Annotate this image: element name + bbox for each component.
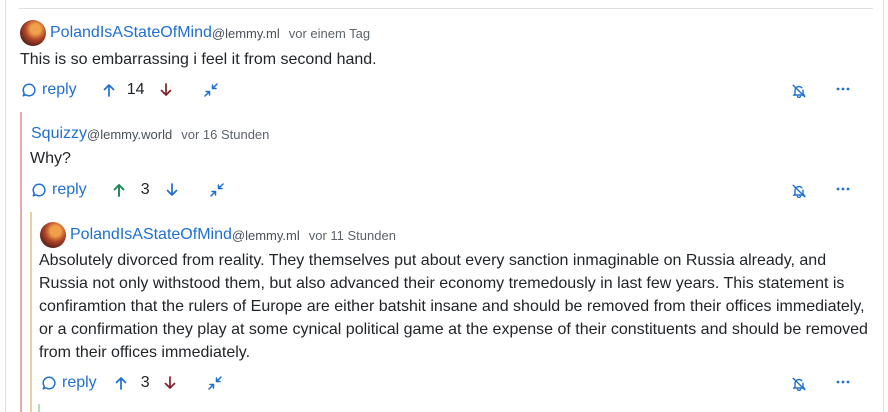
reply-button[interactable]: reply xyxy=(42,374,97,392)
collapse-icon xyxy=(204,83,219,97)
comment-time[interactable]: vor 16 Stunden xyxy=(181,127,269,142)
thread-line-level-1[interactable] xyxy=(20,112,22,412)
bell-off-icon xyxy=(792,184,806,198)
reply-button[interactable]: reply xyxy=(22,81,77,99)
score: 14 xyxy=(126,81,145,98)
comment-actions: reply 3 xyxy=(42,371,222,395)
ellipsis-icon xyxy=(836,87,850,91)
arrow-up-icon xyxy=(113,184,125,197)
comment-header: PolandIsAStateOfMind @lemmy.ml vor einem… xyxy=(20,19,370,47)
collapse-icon xyxy=(209,183,224,197)
arrow-down-icon xyxy=(166,183,177,196)
avatar[interactable] xyxy=(40,222,66,248)
arrow-up-icon xyxy=(115,377,127,390)
comment-body: Why? xyxy=(30,150,71,167)
reply-label: reply xyxy=(62,374,97,391)
comment-header: PolandIsAStateOfMind @lemmy.ml vor 11 St… xyxy=(40,221,396,249)
comment-time[interactable]: vor einem Tag xyxy=(289,26,370,41)
upvote-button[interactable] xyxy=(115,376,127,390)
bell-off-icon xyxy=(792,84,806,98)
comment-author[interactable]: PolandIsAStateOfMind xyxy=(70,226,232,244)
upvote-button[interactable] xyxy=(103,83,115,97)
collapse-button[interactable] xyxy=(209,183,224,197)
notifications-off-button[interactable] xyxy=(792,184,806,198)
arrow-down-icon xyxy=(164,376,175,389)
collapse-button[interactable] xyxy=(207,376,222,390)
comment-author[interactable]: PolandIsAStateOfMind xyxy=(50,24,212,42)
score: 3 xyxy=(140,374,150,391)
arrow-up-icon xyxy=(103,84,115,97)
collapse-button[interactable] xyxy=(204,83,219,97)
speech-bubble-icon xyxy=(22,83,36,97)
notifications-off-button[interactable] xyxy=(792,377,806,391)
collapse-icon xyxy=(207,376,222,390)
more-options-button[interactable] xyxy=(836,186,850,192)
bell-off-icon xyxy=(792,377,806,391)
downvote-button[interactable] xyxy=(164,376,176,390)
speech-bubble-icon xyxy=(32,183,46,197)
avatar[interactable] xyxy=(20,20,46,46)
reply-button[interactable]: reply xyxy=(32,181,87,199)
author-instance: @lemmy.ml xyxy=(231,227,300,243)
comment-actions: reply 3 xyxy=(32,178,224,202)
upvote-button[interactable] xyxy=(113,183,125,197)
more-options-button[interactable] xyxy=(836,86,850,92)
reply-label: reply xyxy=(42,81,77,98)
more-options-button[interactable] xyxy=(836,379,850,385)
downvote-button[interactable] xyxy=(166,183,178,197)
comment-actions: reply 14 xyxy=(22,78,219,102)
speech-bubble-icon xyxy=(42,376,56,390)
thread-line-level-2[interactable] xyxy=(30,212,32,412)
author-instance: @lemmy.ml xyxy=(211,25,280,41)
notifications-off-button[interactable] xyxy=(792,84,806,98)
comment-body: Absolutely divorced from reality. They t… xyxy=(39,252,868,361)
comment-time[interactable]: vor 11 Stunden xyxy=(309,228,396,243)
ellipsis-icon xyxy=(836,380,850,384)
comment-divider xyxy=(19,8,873,9)
ellipsis-icon xyxy=(836,187,850,191)
feed-border-left xyxy=(5,0,6,412)
thread-line-level-3[interactable] xyxy=(38,404,40,412)
comment-author[interactable]: Squizzy xyxy=(31,125,87,143)
arrow-down-icon xyxy=(161,83,172,96)
comment-body: This is so embarrassing i feel it from s… xyxy=(20,51,377,68)
comment-header: Squizzy @lemmy.world vor 16 Stunden xyxy=(31,123,269,145)
downvote-button[interactable] xyxy=(160,83,172,97)
author-instance: @lemmy.world xyxy=(87,126,173,142)
score: 3 xyxy=(140,181,150,198)
feed-border-right xyxy=(883,0,884,412)
reply-label: reply xyxy=(52,181,87,198)
